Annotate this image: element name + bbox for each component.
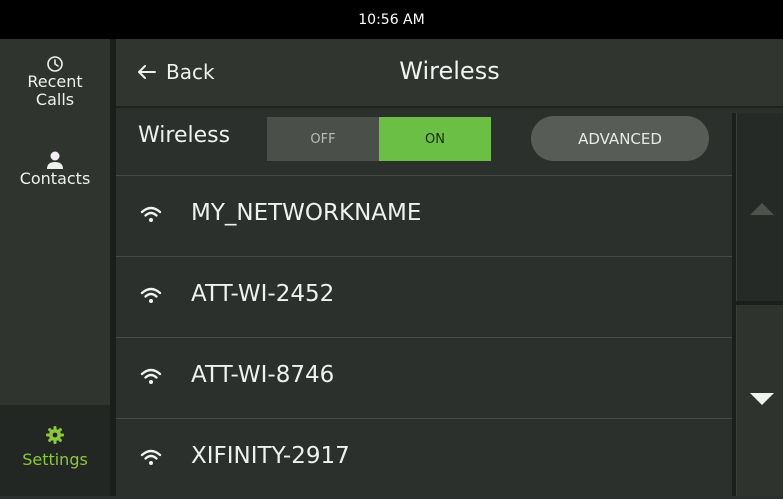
network-list-item[interactable]: ATT-WI-2452 <box>116 257 732 338</box>
sidebar: Recent Calls Contacts Settings <box>0 39 110 496</box>
wireless-toggle[interactable]: OFF ON <box>267 117 491 161</box>
wifi-icon <box>140 449 162 465</box>
network-list-item[interactable]: MY_NETWORKNAME <box>116 176 732 257</box>
network-list-item[interactable]: XIFINITY-2917 <box>116 419 732 499</box>
network-name: MY_NETWORKNAME <box>191 200 422 226</box>
caret-down-icon <box>750 393 774 405</box>
gear-icon <box>46 426 64 444</box>
header: Back Wireless <box>116 39 783 108</box>
network-list-item[interactable]: ATT-WI-8746 <box>116 338 732 419</box>
scroll-down-button[interactable] <box>736 305 783 496</box>
sidebar-item-label: Contacts <box>19 169 91 188</box>
toggle-off-option[interactable]: OFF <box>267 117 379 161</box>
main-panel: Back Wireless Wireless OFF ON ADVANCED M… <box>116 39 783 496</box>
wifi-icon <box>140 287 162 303</box>
status-bar: 10:56 AM <box>0 0 783 39</box>
person-icon <box>47 151 63 169</box>
sidebar-item-label: Calls <box>35 90 75 109</box>
sidebar-item-contacts[interactable]: Contacts <box>0 150 110 188</box>
wireless-label: Wireless <box>138 123 231 148</box>
page-title: Wireless <box>399 57 500 85</box>
network-name: ATT-WI-2452 <box>191 281 335 307</box>
sidebar-item-recent-calls[interactable]: Recent Calls <box>0 55 110 109</box>
network-name: XIFINITY-2917 <box>191 443 350 469</box>
wifi-icon <box>140 368 162 384</box>
scrollbar[interactable] <box>732 113 783 496</box>
clock-icon <box>47 56 63 72</box>
toggle-on-option[interactable]: ON <box>379 117 491 161</box>
network-name: ATT-WI-8746 <box>191 362 335 388</box>
wireless-setting-row: Wireless OFF ON ADVANCED <box>116 109 732 176</box>
sidebar-item-label: Recent <box>27 72 83 91</box>
scroll-up-button[interactable] <box>736 113 783 301</box>
caret-up-icon <box>750 203 774 215</box>
wifi-icon <box>140 206 162 222</box>
sidebar-item-label: Settings <box>22 450 88 469</box>
status-time: 10:56 AM <box>358 11 425 28</box>
sidebar-item-settings[interactable]: Settings <box>0 405 110 496</box>
advanced-button[interactable]: ADVANCED <box>531 116 709 161</box>
